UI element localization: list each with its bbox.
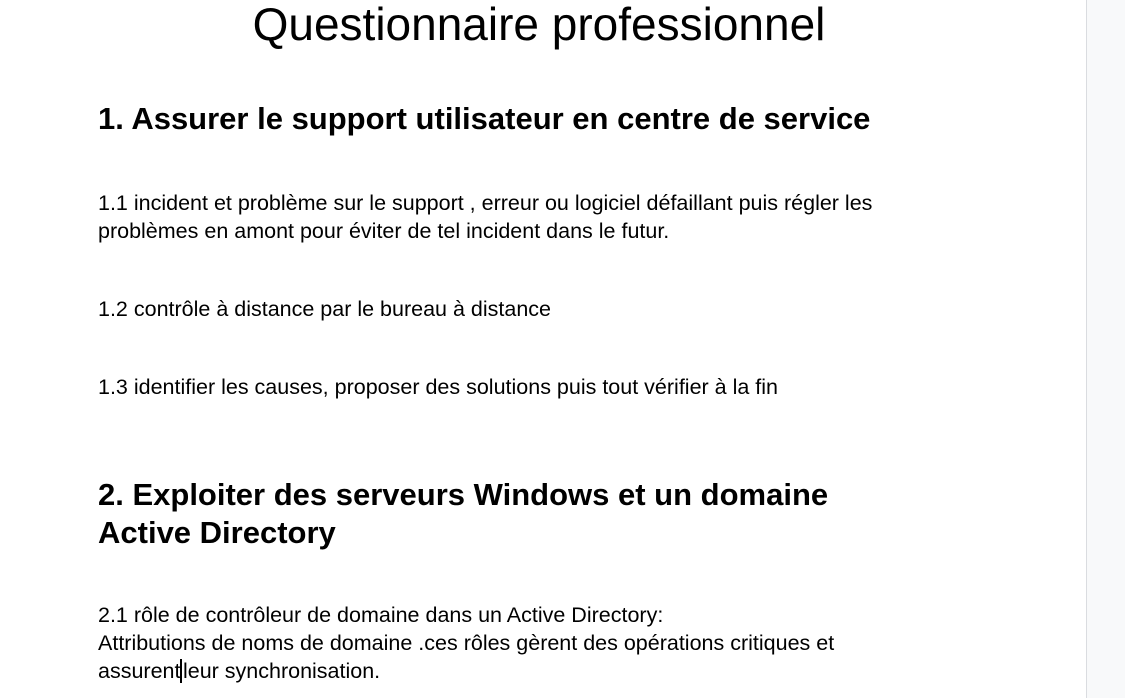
right-side-panel	[1086, 0, 1125, 698]
heading-line: Active Directory	[98, 515, 336, 550]
section-1-heading: 1. Assurer le support utilisateur en cen…	[98, 101, 871, 136]
paragraph-line: Attributions de noms de domaine .ces rôl…	[98, 631, 835, 655]
document-page[interactable]: Questionnaire professionnel 1. Assurer l…	[0, 0, 1086, 698]
text-before-cursor: assurent	[98, 659, 181, 683]
text-cursor	[180, 659, 182, 683]
paragraph-line: problèmes en amont pour éviter de tel in…	[98, 219, 670, 243]
document-title: Questionnaire professionnel	[252, 0, 826, 50]
paragraph-line: 1.1 incident et problème sur le support …	[98, 191, 873, 215]
paragraph-1-3: 1.3 identifier les causes, proposer des …	[98, 375, 779, 399]
paragraph-2-1: 2.1 rôle de contrôleur de domaine dans u…	[98, 601, 978, 685]
paragraph-line: 2.1 rôle de contrôleur de domaine dans u…	[98, 603, 664, 627]
heading-line: 2. Exploiter des serveurs Windows et un …	[98, 477, 829, 512]
text-after-cursor: leur synchronisation.	[182, 659, 381, 683]
paragraph-1-1: 1.1 incident et problème sur le support …	[98, 189, 978, 245]
section-2-heading: 2. Exploiter des serveurs Windows et un …	[98, 476, 958, 552]
paragraph-1-2: 1.2 contrôle à distance par le bureau à …	[98, 297, 551, 321]
paragraph-line: assurent leur synchronisation.	[98, 657, 978, 685]
